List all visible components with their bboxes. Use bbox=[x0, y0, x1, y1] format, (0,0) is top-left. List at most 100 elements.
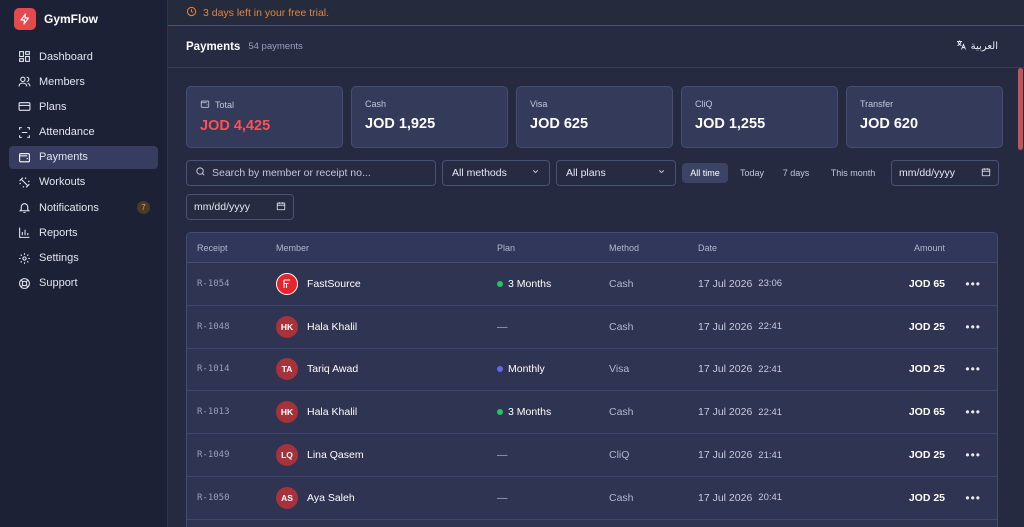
date-to-input[interactable]: mm/dd/yyyy bbox=[186, 194, 294, 220]
member-cell[interactable]: AS Aya Saleh bbox=[276, 477, 355, 519]
payments-table: Receipt Member Plan Method Date Amount R… bbox=[186, 232, 998, 527]
more-actions-icon[interactable]: ••• bbox=[965, 263, 981, 305]
amount-cell: JOD 65 bbox=[908, 406, 945, 419]
column-header-plan[interactable]: Plan bbox=[497, 233, 515, 262]
table-row[interactable]: R-1013 HK Hala Khalil 3 Months Cash 17 J… bbox=[187, 391, 997, 435]
lifebuoy-icon bbox=[17, 276, 31, 290]
table-body: R-1054 FastSource 3 Months Cash 17 Jul 2… bbox=[187, 263, 997, 520]
amount-cell: JOD 65 bbox=[908, 277, 945, 290]
sidebar-item-payments[interactable]: Payments bbox=[9, 145, 158, 169]
page-title: Payments bbox=[186, 40, 241, 53]
member-name: Hala Khalil bbox=[307, 320, 358, 333]
method-cell: Cash bbox=[609, 406, 634, 419]
receipt-number: R-1014 bbox=[197, 364, 230, 375]
range-today[interactable]: Today bbox=[732, 163, 772, 183]
sidebar-item-support[interactable]: Support bbox=[9, 272, 158, 295]
member-name: Lina Qasem bbox=[307, 449, 364, 462]
card-label: Visa bbox=[530, 99, 548, 109]
member-cell[interactable]: LQ Lina Qasem bbox=[276, 434, 364, 476]
column-header-member[interactable]: Member bbox=[276, 233, 309, 262]
sidebar-item-attendance[interactable]: Attendance bbox=[9, 121, 158, 144]
member-cell[interactable]: TA Tariq Awad bbox=[276, 349, 358, 391]
scrollbar-thumb[interactable] bbox=[1018, 68, 1023, 150]
plan-cell: 3 Months bbox=[497, 263, 551, 305]
table-row[interactable]: R-1054 FastSource 3 Months Cash 17 Jul 2… bbox=[187, 263, 997, 306]
date-to-value: mm/dd/yyyy bbox=[194, 201, 251, 213]
avatar: LQ bbox=[276, 444, 298, 467]
search-icon bbox=[195, 166, 206, 180]
table-row[interactable]: R-1014 TA Tariq Awad Monthly Visa 17 Jul… bbox=[187, 349, 997, 392]
date-cell: 17 Jul 2026 22:41 bbox=[698, 349, 782, 391]
dumbbell-icon bbox=[17, 175, 31, 189]
users-icon bbox=[17, 75, 31, 89]
plan-name: Monthly bbox=[508, 363, 545, 376]
range-this-month[interactable]: This month bbox=[822, 163, 884, 183]
language-label: العربية bbox=[970, 41, 998, 52]
method-select[interactable]: All methods bbox=[442, 160, 550, 186]
sidebar-item-label: Attendance bbox=[39, 126, 95, 139]
sidebar-item-label: Plans bbox=[39, 100, 67, 113]
payment-date: 17 Jul 2026 bbox=[698, 491, 753, 504]
more-actions-icon[interactable]: ••• bbox=[965, 306, 981, 348]
table-row[interactable]: R-1050 AS Aya Saleh — Cash 17 Jul 2026 2… bbox=[187, 477, 997, 520]
table-row[interactable]: R-1048 HK Hala Khalil — Cash 17 Jul 2026… bbox=[187, 306, 997, 349]
sidebar-item-workouts[interactable]: Workouts bbox=[9, 171, 158, 194]
member-cell[interactable]: HK Hala Khalil bbox=[276, 391, 357, 433]
member-cell[interactable]: FastSource bbox=[276, 263, 361, 305]
range-7-days[interactable]: 7 days bbox=[776, 163, 816, 183]
date-from-input[interactable]: mm/dd/yyyy bbox=[891, 160, 999, 186]
lightning-logo-icon bbox=[14, 8, 36, 30]
column-header-amount[interactable]: Amount bbox=[914, 233, 945, 262]
app-name: GymFlow bbox=[44, 12, 99, 26]
card-value: JOD 620 bbox=[860, 116, 919, 132]
avatar: HK bbox=[276, 315, 298, 338]
plan-cell: — bbox=[497, 477, 508, 519]
sidebar-item-dashboard[interactable]: Dashboard bbox=[9, 45, 158, 68]
amount-cell: JOD 25 bbox=[908, 320, 945, 333]
member-cell[interactable]: HK Hala Khalil bbox=[276, 306, 357, 348]
more-actions-icon[interactable]: ••• bbox=[965, 477, 981, 519]
method-cell: Cash bbox=[609, 320, 634, 333]
column-header-receipt[interactable]: Receipt bbox=[197, 233, 228, 262]
main-content: 3 days left in your free trial. Payments… bbox=[168, 0, 1024, 527]
range-all-time[interactable]: All time bbox=[682, 163, 728, 183]
search-placeholder: Search by member or receipt no... bbox=[212, 167, 371, 179]
trial-text: 3 days left in your free trial. bbox=[203, 6, 330, 19]
more-actions-icon[interactable]: ••• bbox=[965, 391, 981, 433]
brand[interactable]: GymFlow bbox=[0, 0, 167, 38]
sidebar-item-label: Members bbox=[39, 75, 85, 88]
scan-icon bbox=[17, 125, 31, 139]
notification-count-badge: 7 bbox=[137, 201, 150, 215]
trial-banner: 3 days left in your free trial. bbox=[168, 0, 1024, 26]
summary-cards: Total JOD 4,425 Cash JOD 1,925 Visa JOD … bbox=[186, 86, 1003, 148]
plan-name: 3 Months bbox=[508, 406, 552, 419]
plan-select-value: All plans bbox=[566, 167, 606, 179]
plan-dot bbox=[497, 280, 503, 287]
sidebar-item-reports[interactable]: Reports bbox=[9, 221, 158, 244]
calendar-icon bbox=[981, 167, 991, 180]
method-select-value: All methods bbox=[452, 167, 507, 179]
more-actions-icon[interactable]: ••• bbox=[965, 349, 981, 391]
avatar: HK bbox=[276, 401, 298, 424]
plan-cell: Monthly bbox=[497, 349, 545, 391]
sidebar-item-notifications[interactable]: Notifications 7 bbox=[9, 196, 158, 219]
search-input[interactable]: Search by member or receipt no... bbox=[186, 160, 436, 186]
plan-select[interactable]: All plans bbox=[556, 160, 676, 186]
table-row[interactable]: R-1049 LQ Lina Qasem — CliQ 17 Jul 2026 … bbox=[187, 434, 997, 477]
wallet-icon bbox=[200, 99, 210, 111]
visa-card: Visa JOD 625 bbox=[516, 86, 673, 148]
payment-date: 17 Jul 2026 bbox=[698, 406, 753, 419]
column-header-method[interactable]: Method bbox=[609, 233, 639, 262]
sidebar-item-members[interactable]: Members bbox=[9, 70, 158, 93]
plan-name: — bbox=[497, 449, 508, 462]
column-header-date[interactable]: Date bbox=[698, 233, 717, 262]
more-actions-icon[interactable]: ••• bbox=[965, 434, 981, 476]
sidebar-item-settings[interactable]: Settings bbox=[9, 247, 158, 270]
sidebar-item-plans[interactable]: Plans bbox=[9, 95, 158, 118]
cliq-card: CliQ JOD 1,255 bbox=[681, 86, 838, 148]
member-name: FastSource bbox=[307, 277, 361, 290]
receipt-number: R-1050 bbox=[197, 492, 230, 503]
language-toggle[interactable]: العربية bbox=[955, 39, 998, 54]
amount-cell: JOD 25 bbox=[908, 449, 945, 462]
chart-icon bbox=[17, 226, 31, 240]
